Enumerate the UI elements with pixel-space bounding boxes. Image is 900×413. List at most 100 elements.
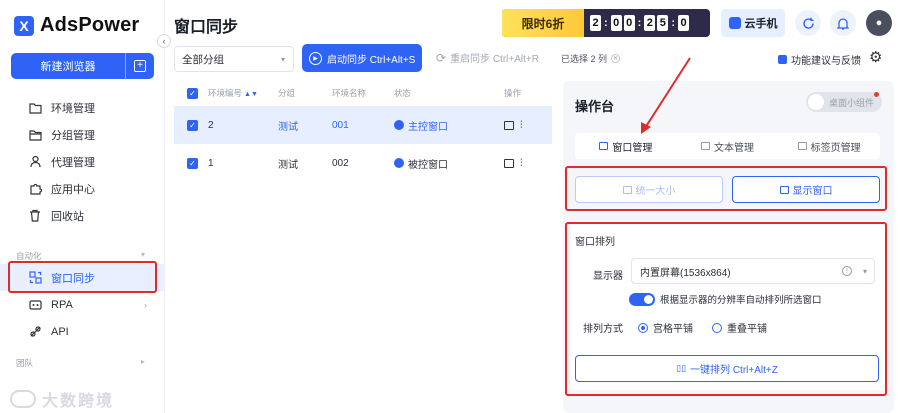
refresh-icon xyxy=(802,17,814,29)
unify-size-button[interactable]: 统一大小 xyxy=(575,176,723,203)
tab-window-management[interactable]: 窗口管理 xyxy=(575,133,677,159)
api-icon xyxy=(28,325,42,339)
status-icon xyxy=(394,158,404,168)
radio-grid-tile[interactable]: 宫格平铺 xyxy=(638,320,693,335)
avatar[interactable]: ● xyxy=(866,10,892,36)
cloud-phone-button[interactable]: 云手机 xyxy=(721,9,785,37)
sidebar-item-profiles[interactable]: 环境管理 xyxy=(0,94,165,121)
display-label: 显示器 xyxy=(593,271,623,282)
new-browser-button[interactable]: 新建浏览器 + xyxy=(11,53,154,79)
arrange-mode-label: 排列方式 xyxy=(583,324,623,335)
plus-square-icon: + xyxy=(134,60,146,72)
display-select[interactable]: 内置屏幕(1536x864) ! ▾ xyxy=(631,258,875,284)
new-browser-label: 新建浏览器 xyxy=(40,61,96,73)
sliders-icon[interactable]: ⫶ xyxy=(520,120,523,131)
clear-selection-icon[interactable]: ✕ xyxy=(611,54,621,63)
promo-label: 限时6折 xyxy=(502,9,584,37)
section-team[interactable]: 团队 ▸ xyxy=(16,357,145,369)
settings-button[interactable]: ⚙ xyxy=(869,48,882,66)
promo-countdown: 2 : 0 0 : 2 5 : 0 xyxy=(584,15,690,31)
trash-icon xyxy=(28,209,42,223)
window-icon[interactable] xyxy=(504,120,514,130)
chevron-down-icon: ▾ xyxy=(280,54,285,64)
bell-icon xyxy=(837,17,849,30)
window-icon xyxy=(779,185,789,194)
cell-status: 主控窗口 xyxy=(394,118,504,133)
sort-icon: ▲▼ xyxy=(244,91,258,98)
sidebar-item-label: API xyxy=(51,325,69,338)
table-row[interactable]: ✓ 1 测试 002 被控窗口 ⫶ xyxy=(174,144,552,182)
proxy-icon xyxy=(28,155,42,169)
panel-tabs: 窗口管理 文本管理 标签页管理 xyxy=(575,133,880,159)
tab-text-management[interactable]: 文本管理 xyxy=(677,133,779,159)
sidebar-item-api[interactable]: API xyxy=(0,318,165,345)
row-checkbox[interactable]: ✓ xyxy=(187,119,198,131)
sidebar-item-recycle-bin[interactable]: 回收站 xyxy=(0,202,165,229)
radio-dot xyxy=(712,322,722,333)
table-row[interactable]: ✓ 2 测试 001 主控窗口 ⫶ xyxy=(174,106,552,144)
console-panel: 操作台 桌面小组件 窗口管理 文本管理 标签页管理 统一大小 显示窗口 窗口排列… xyxy=(563,81,894,413)
sidebar-item-rpa[interactable]: RPA › xyxy=(0,291,165,318)
sync-status-button[interactable] xyxy=(795,10,821,36)
chevron-right-icon: › xyxy=(144,299,147,310)
sidebar-item-label: 窗口同步 xyxy=(51,272,95,285)
sidebar-nav-automation: 窗口同步 RPA › API xyxy=(0,264,165,345)
sync-window-icon xyxy=(28,271,42,285)
one-key-arrange-button[interactable]: ▯▯ 一键排列 Ctrl+Alt+Z xyxy=(575,355,879,382)
tab-tab-management[interactable]: 标签页管理 xyxy=(778,133,880,159)
user-icon: ● xyxy=(875,17,883,29)
folder-icon xyxy=(28,101,42,115)
arrange-title: 窗口排列 xyxy=(575,237,615,248)
start-sync-button[interactable]: ▶ 启动同步 Ctrl+Alt+S xyxy=(302,44,422,72)
watermark: 大数跨境 xyxy=(10,387,114,411)
sidebar-item-window-sync[interactable]: 窗口同步 xyxy=(0,264,165,291)
show-window-button[interactable]: 显示窗口 xyxy=(732,176,880,203)
sidebar-item-label: RPA xyxy=(51,298,73,311)
folder-open-icon xyxy=(28,128,42,142)
chevron-left-icon: ‹ xyxy=(162,36,166,46)
cell-env-name: 001 xyxy=(332,119,349,131)
auto-arrange-switch[interactable] xyxy=(629,292,655,306)
sidebar-item-label: 应用中心 xyxy=(51,183,95,196)
feedback-icon xyxy=(778,55,787,64)
panel-title: 操作台 xyxy=(575,99,615,114)
sidebar-item-label: 回收站 xyxy=(51,210,84,223)
col-group: 分组 xyxy=(278,88,296,98)
cell-env-name: 002 xyxy=(332,157,349,169)
group-select[interactable]: 全部分组 ▾ xyxy=(174,46,294,72)
rpa-icon xyxy=(28,298,42,312)
sidebar-item-app-center[interactable]: 应用中心 xyxy=(0,175,165,202)
restart-icon: ⟳ xyxy=(436,50,447,65)
sidebar-item-label: 代理管理 xyxy=(51,156,95,169)
radio-overlap-tile[interactable]: 重叠平铺 xyxy=(712,320,767,335)
col-actions: 操作 xyxy=(504,88,522,98)
tabs-icon xyxy=(797,142,807,150)
sidebar-item-groups[interactable]: 分组管理 xyxy=(0,121,165,148)
col-env-number[interactable]: 环境编号 ▲▼ xyxy=(208,87,278,99)
sidebar-nav-main: 环境管理 分组管理 代理管理 应用中心 回收站 xyxy=(0,94,165,229)
sidebar-collapse-button[interactable]: ‹ xyxy=(157,34,171,48)
info-icon[interactable]: ! xyxy=(842,266,852,276)
window-icon[interactable] xyxy=(504,158,514,168)
cell-group: 测试 xyxy=(278,159,298,171)
row-checkbox[interactable]: ✓ xyxy=(187,157,198,169)
cell-group: 测试 xyxy=(278,121,298,133)
restart-sync-button[interactable]: ⟳ 重启同步 Ctrl+Alt+R xyxy=(436,50,539,66)
selected-count: 已选择 2 列 ✕ xyxy=(561,54,621,64)
sidebar-item-proxy[interactable]: 代理管理 xyxy=(0,148,165,175)
chevron-right-icon: ▸ xyxy=(141,357,146,366)
sidebar-item-label: 分组管理 xyxy=(51,129,95,142)
new-browser-quick-button[interactable]: + xyxy=(126,60,154,72)
desktop-widget-toggle[interactable]: 桌面小组件 xyxy=(806,92,882,112)
cell-env-number: 1 xyxy=(208,157,214,169)
app-logo[interactable]: X AdsPower xyxy=(14,14,139,37)
window-table: ✓ 环境编号 ▲▼ 分组 环境名称 状态 操作 ✓ 2 测试 001 主控窗口 ⫶… xyxy=(174,80,552,182)
section-automation[interactable]: 自动化 ▾ xyxy=(16,250,145,262)
arrange-icon: ▯▯ xyxy=(676,363,687,373)
sliders-icon[interactable]: ⫶ xyxy=(520,158,523,169)
select-all-checkbox[interactable]: ✓ xyxy=(187,87,198,99)
promo-banner[interactable]: 限时6折 2 : 0 0 : 2 5 : 0 xyxy=(502,9,710,37)
feedback-link[interactable]: 功能建议与反馈 xyxy=(778,52,861,67)
col-env-name: 环境名称 xyxy=(332,88,367,98)
notification-button[interactable] xyxy=(830,10,856,36)
